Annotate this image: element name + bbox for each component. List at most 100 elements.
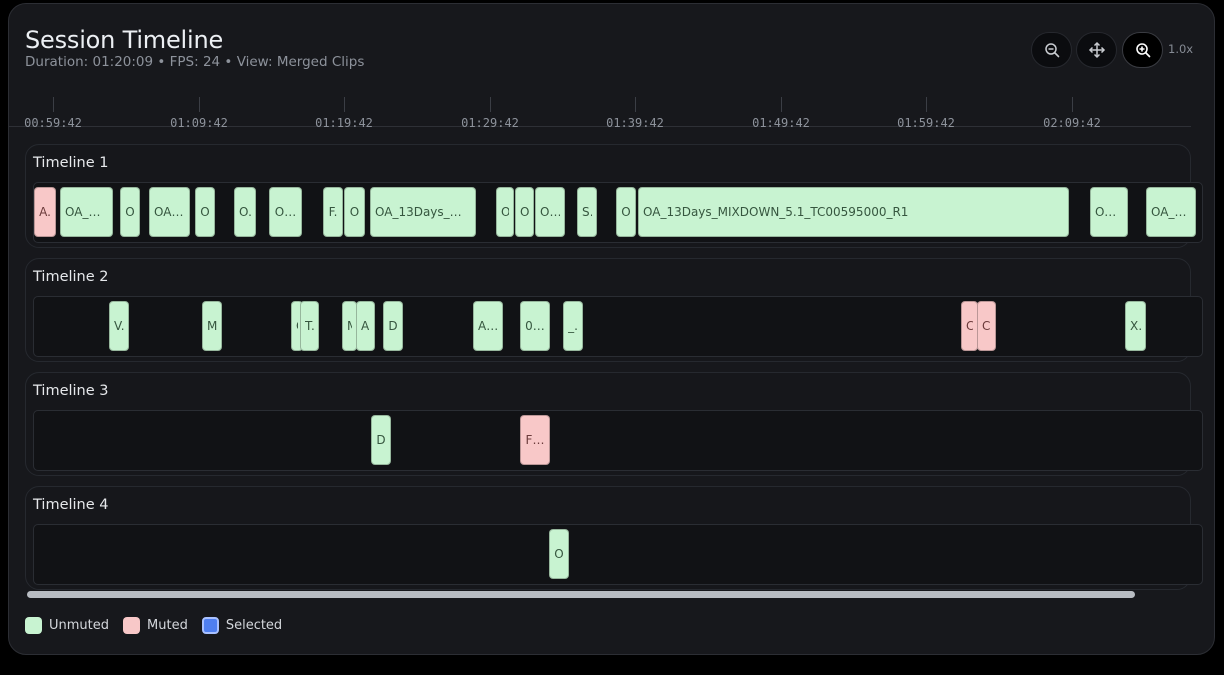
clip-unmuted[interactable]: D: [371, 415, 391, 465]
clip-label: O: [200, 205, 210, 219]
clip-unmuted[interactable]: O…: [535, 187, 565, 237]
clip-label: O: [501, 205, 509, 219]
clip-unmuted[interactable]: O: [616, 187, 636, 237]
clip-muted[interactable]: A.: [34, 187, 56, 237]
clip-label: O…: [540, 205, 560, 219]
session-timeline-panel: Session Timeline Duration: 01:20:09 • FP…: [8, 3, 1215, 655]
clip-unmuted[interactable]: _.: [563, 301, 583, 351]
clip-label: O: [349, 205, 360, 219]
clip-unmuted[interactable]: M: [342, 301, 357, 351]
clip-unmuted[interactable]: O: [515, 187, 534, 237]
clip-label: V.: [114, 319, 124, 333]
clip-unmuted[interactable]: T.: [300, 301, 319, 351]
clip-unmuted[interactable]: M: [202, 301, 222, 351]
clip-unmuted[interactable]: OA_1…: [1146, 187, 1196, 237]
clip-muted[interactable]: C.: [961, 301, 978, 351]
clip-label: O…: [274, 205, 297, 219]
clip-label: F…: [525, 433, 545, 447]
clip-unmuted[interactable]: O…: [269, 187, 302, 237]
timeline-track-3: Timeline 3 D F…: [25, 372, 1203, 476]
clip-label: D: [376, 433, 386, 447]
pan-button[interactable]: [1076, 32, 1117, 68]
track-name: Timeline 2: [33, 269, 109, 285]
page-title: Session Timeline: [25, 26, 224, 54]
ruler-tick-label: 01:09:42: [170, 116, 228, 130]
clip-label: 0…: [525, 319, 545, 333]
muted-swatch: [123, 616, 141, 634]
clip-label: _.: [568, 319, 578, 333]
ruler-tick-label: 01:19:42: [315, 116, 373, 130]
ruler-tick-label: 02:09:42: [1043, 116, 1101, 130]
clip-unmuted[interactable]: O: [549, 529, 569, 579]
session-info: Duration: 01:20:09 • FPS: 24 • View: Mer…: [25, 54, 365, 70]
clip-unmuted[interactable]: A.: [356, 301, 375, 351]
clip-label: O: [125, 205, 135, 219]
ruler-tick: [635, 97, 636, 112]
clip-muted[interactable]: F…: [520, 415, 550, 465]
timeline-track-1: Timeline 1 A. OA_1… O OA… O O. O… F. O OA_13Days_M…: [25, 144, 1203, 248]
clip-unmuted[interactable]: OA_13Days_MI…: [370, 187, 476, 237]
zoom-out-icon: [1044, 43, 1059, 58]
clip-label: O: [621, 205, 631, 219]
clip-label: A…: [478, 319, 498, 333]
track-name: Timeline 4: [33, 497, 109, 513]
ruler-tick: [53, 97, 54, 112]
clip-unmuted[interactable]: V.: [109, 301, 129, 351]
clip-unmuted[interactable]: A…: [473, 301, 503, 351]
timeline-track-4: Timeline 4 O: [25, 486, 1203, 590]
clip-unmuted[interactable]: O: [195, 187, 215, 237]
clip-unmuted[interactable]: X.: [1125, 301, 1146, 351]
clip-label: S.: [582, 205, 592, 219]
legend-label-unmuted: Unmuted: [49, 617, 110, 633]
clip-unmuted[interactable]: S.: [577, 187, 597, 237]
horizontal-scrollbar[interactable]: [27, 591, 1135, 598]
clip-label: M: [347, 319, 352, 333]
track-name: Timeline 1: [33, 155, 109, 171]
legend-label-selected: Selected: [225, 617, 283, 633]
clip-unmuted[interactable]: 0…: [520, 301, 550, 351]
legend-item-muted: Muted: [123, 616, 188, 634]
move-icon: [1088, 41, 1105, 59]
clip-unmuted[interactable]: OA_1…: [60, 187, 113, 237]
ruler-tick-label: 00:59:42: [24, 116, 82, 130]
time-ruler[interactable]: 00:59:42 01:09:42 01:19:42 01:29:42 01:39:42…: [9, 94, 1199, 134]
clip-unmuted[interactable]: O: [344, 187, 365, 237]
clip-muted[interactable]: C.: [977, 301, 996, 351]
clip-label: O: [554, 547, 564, 561]
clip-unmuted[interactable]: D: [383, 301, 403, 351]
clip-label: D: [388, 319, 398, 333]
clip-unmuted[interactable]: F.: [323, 187, 343, 237]
clip-unmuted[interactable]: O: [496, 187, 514, 237]
track-lane[interactable]: V. M C T. M A. D A… 0… _. C. C. X.: [33, 296, 1203, 357]
zoom-level-readout: 1.0x: [1168, 42, 1194, 56]
ruler-tick-label: 01:39:42: [606, 116, 664, 130]
track-name: Timeline 3: [33, 383, 109, 399]
clip-label: C.: [966, 319, 973, 333]
clip-label: OA…: [154, 205, 184, 219]
track-lane[interactable]: D F…: [33, 410, 1203, 471]
clip-label: OA_13Days_MI…: [375, 205, 471, 219]
zoom-in-button[interactable]: [1122, 32, 1163, 68]
track-lane[interactable]: A.OA_1…OOA…OO.O…F.OOA_13Days_MI…OOO…S.OO…: [33, 182, 1203, 243]
clip-unmuted[interactable]: OA…: [149, 187, 190, 237]
clip-label: A.: [39, 205, 51, 219]
selected-swatch: [201, 616, 219, 634]
track-lane[interactable]: O: [33, 524, 1203, 585]
clip-label: O.: [239, 205, 251, 219]
clip-unmuted[interactable]: O.: [234, 187, 256, 237]
ruler-tick-label: 01:29:42: [461, 116, 519, 130]
clip-label: OA_13Days_MIXDOWN_5.1_TC00595000_R1: [643, 205, 909, 219]
clip-unmuted[interactable]: OA…: [1090, 187, 1128, 237]
clip-label: M: [207, 319, 217, 333]
timeline-track-2: Timeline 2 V. M C T. M A. D A… 0… _. C. C. X.: [25, 258, 1203, 362]
clip-unmuted[interactable]: OA_13Days_MIXDOWN_5.1_TC00595000_R1: [638, 187, 1069, 237]
clip-label: OA_1…: [65, 205, 108, 219]
ruler-tick: [1072, 97, 1073, 112]
clip-unmuted[interactable]: O: [120, 187, 140, 237]
clip-label: F.: [328, 205, 338, 219]
clip-label: X.: [1130, 319, 1141, 333]
legend-item-unmuted: Unmuted: [25, 616, 110, 634]
clip-label: C.: [982, 319, 991, 333]
zoom-out-button[interactable]: [1031, 32, 1072, 68]
ruler-tick: [781, 97, 782, 112]
